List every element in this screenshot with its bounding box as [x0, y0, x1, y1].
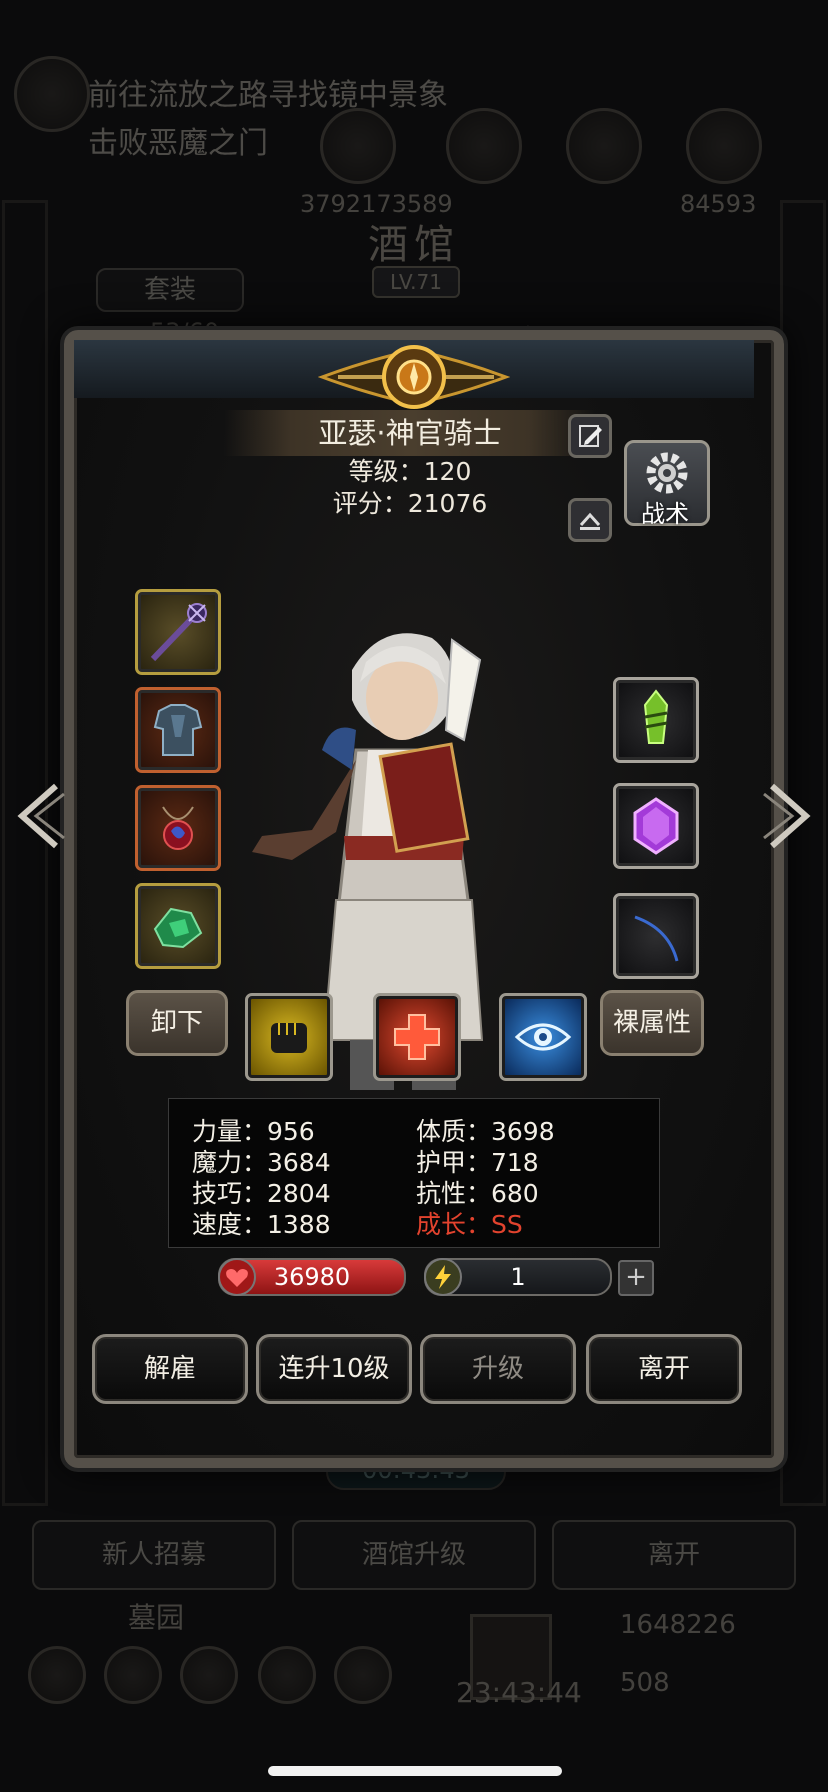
upload-icon — [579, 512, 601, 530]
fist-icon — [271, 1023, 307, 1053]
purple-gem-icon — [633, 797, 679, 855]
previous-hero-arrow-icon[interactable] — [12, 780, 66, 852]
recruit-button[interactable]: 新人招募 — [32, 1520, 276, 1590]
bg-leave-button[interactable]: 离开 — [552, 1520, 796, 1590]
level-up-button[interactable]: 升级 — [420, 1334, 576, 1404]
armor-icon — [153, 704, 203, 756]
quest-line-1: 前往流放之路寻找镜中景象 — [88, 78, 448, 113]
add-energy-button[interactable]: + — [618, 1260, 654, 1296]
equip-slot-armor[interactable] — [135, 687, 221, 773]
hero-level: 等级：120 — [348, 457, 472, 486]
tactics-label: 战术 — [641, 500, 689, 528]
level-up-10-button[interactable]: 连升10级 — [256, 1334, 412, 1404]
tavern-title: 酒馆 — [368, 222, 460, 268]
nav-icon[interactable] — [104, 1646, 162, 1704]
set-button[interactable]: 套装 — [96, 268, 244, 312]
leave-button[interactable]: 离开 — [586, 1334, 742, 1404]
nav-icon[interactable] — [334, 1646, 392, 1704]
left-frame — [2, 200, 48, 1506]
equip-slot-ring[interactable] — [135, 883, 221, 969]
clock-text: 23:43:44 — [456, 1676, 582, 1709]
staff-icon — [150, 603, 207, 662]
share-button[interactable] — [568, 498, 612, 542]
right-frame — [780, 200, 826, 1506]
home-indicator[interactable] — [268, 1766, 562, 1776]
naked-stats-button[interactable]: 裸属性 — [600, 990, 704, 1056]
amulet-icon — [162, 806, 194, 850]
gold-amount: 1648226 — [620, 1610, 736, 1640]
equip-slot-accessory-2[interactable] — [613, 783, 699, 869]
nav-icon[interactable] — [180, 1646, 238, 1704]
heart-icon — [218, 1258, 256, 1296]
menu-circle-icon — [686, 108, 762, 184]
stat-growth: 成长：SS — [416, 1210, 523, 1239]
pencil-icon — [579, 425, 602, 447]
menu-circle-icon — [446, 108, 522, 184]
menu-circle-icon — [320, 108, 396, 184]
emerald-ring-icon — [153, 907, 203, 949]
next-hero-arrow-icon[interactable] — [762, 780, 816, 852]
graveyard-label: 墓园 — [128, 1601, 185, 1634]
equip-slot-accessory-1[interactable] — [613, 677, 699, 763]
green-gem-icon — [643, 689, 669, 744]
skill-fist[interactable] — [245, 993, 333, 1081]
hero-name: 亚瑟·神官骑士 — [224, 410, 596, 456]
quest-icon — [14, 56, 90, 132]
lightning-icon — [424, 1258, 462, 1296]
dismiss-button[interactable]: 解雇 — [92, 1334, 248, 1404]
eye-icon — [514, 1023, 572, 1051]
nav-icon[interactable] — [28, 1646, 86, 1704]
stat-speed: 速度：1388 — [192, 1210, 331, 1239]
equip-slot-accessory-3[interactable] — [613, 893, 699, 979]
hero-score: 评分：21076 — [332, 489, 488, 518]
cross-icon — [394, 1014, 440, 1060]
tavern-upgrade-button[interactable]: 酒馆升级 — [292, 1520, 536, 1590]
unequip-button[interactable]: 卸下 — [126, 990, 228, 1056]
skill-eye[interactable] — [499, 993, 587, 1081]
equip-slot-amulet[interactable] — [135, 785, 221, 871]
gem-amount: 508 — [620, 1668, 670, 1698]
equip-slot-weapon[interactable] — [135, 589, 221, 675]
blue-arc-icon — [634, 915, 679, 962]
menu-circle-icon — [566, 108, 642, 184]
tavern-level: LV.71 — [372, 266, 460, 298]
skill-heal[interactable] — [373, 993, 461, 1081]
nav-icon[interactable] — [258, 1646, 316, 1704]
quest-line-2: 击败恶魔之门 — [88, 126, 268, 161]
